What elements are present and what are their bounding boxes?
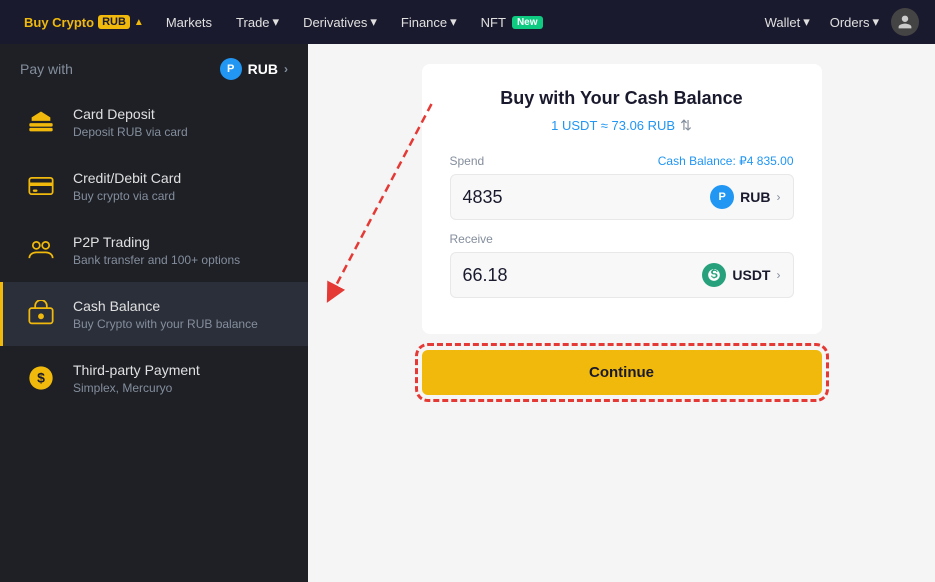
content-area: Buy with Your Cash Balance 1 USDT ≈ 73.0… bbox=[308, 44, 935, 582]
continue-button[interactable]: Continue bbox=[422, 350, 822, 395]
p2p-subtitle: Bank transfer and 100+ options bbox=[73, 253, 288, 267]
nft-badge: New bbox=[512, 16, 543, 29]
receive-field-group: Receive 66.18 USDT › bbox=[450, 232, 794, 298]
wallet-arrow-icon: ▾ bbox=[803, 14, 810, 30]
trade-arrow-icon: ▾ bbox=[273, 14, 280, 30]
card-deposit-text: Card Deposit Deposit RUB via card bbox=[73, 105, 288, 139]
wallet-nav-button[interactable]: Wallet ▾ bbox=[757, 10, 818, 34]
cash-balance-display: Cash Balance: ₽4 835.00 bbox=[658, 154, 794, 168]
cash-balance-icon bbox=[23, 296, 59, 332]
markets-nav[interactable]: Markets bbox=[156, 11, 222, 34]
card-deposit-title: Card Deposit bbox=[73, 105, 288, 123]
buy-crypto-label: Buy Crypto bbox=[24, 15, 94, 30]
credit-card-subtitle: Buy crypto via card bbox=[73, 189, 288, 203]
receive-value: 66.18 bbox=[463, 265, 508, 286]
spend-label: Spend bbox=[450, 154, 485, 168]
buy-crypto-arrow: ▲ bbox=[134, 17, 144, 28]
exchange-rate: 1 USDT ≈ 73.06 RUB ⇅ bbox=[450, 117, 794, 134]
orders-arrow-icon: ▾ bbox=[872, 14, 879, 30]
sidebar-item-credit-card[interactable]: Credit/Debit Card Buy crypto via card bbox=[0, 154, 308, 218]
cash-balance-text: Cash Balance Buy Crypto with your RUB ba… bbox=[73, 297, 288, 331]
currency-icon-header: P bbox=[220, 58, 242, 80]
finance-nav[interactable]: Finance ▾ bbox=[391, 10, 467, 34]
sidebar-item-card-deposit[interactable]: Card Deposit Deposit RUB via card bbox=[0, 90, 308, 154]
third-party-subtitle: Simplex, Mercuryo bbox=[73, 381, 288, 395]
receive-input-row[interactable]: 66.18 USDT › bbox=[450, 252, 794, 298]
receive-currency-icon bbox=[702, 263, 726, 287]
trade-nav[interactable]: Trade ▾ bbox=[226, 10, 289, 34]
credit-card-text: Credit/Debit Card Buy crypto via card bbox=[73, 169, 288, 203]
swap-icon: ⇅ bbox=[680, 117, 692, 134]
sidebar: Pay with P RUB › Card Deposit Deposit RU… bbox=[0, 44, 308, 582]
currency-chevron-icon: › bbox=[284, 62, 288, 76]
spend-value: 4835 bbox=[463, 187, 503, 208]
card-deposit-subtitle: Deposit RUB via card bbox=[73, 125, 288, 139]
third-party-title: Third-party Payment bbox=[73, 361, 288, 379]
spend-input-row[interactable]: 4835 P RUB › bbox=[450, 174, 794, 220]
spend-currency-name: RUB bbox=[740, 189, 770, 205]
spend-currency-selector[interactable]: P RUB › bbox=[710, 185, 780, 209]
sidebar-item-cash-balance[interactable]: Cash Balance Buy Crypto with your RUB ba… bbox=[0, 282, 308, 346]
third-party-text: Third-party Payment Simplex, Mercuryo bbox=[73, 361, 288, 395]
derivatives-arrow-icon: ▾ bbox=[370, 14, 377, 30]
credit-card-title: Credit/Debit Card bbox=[73, 169, 288, 187]
p2p-text: P2P Trading Bank transfer and 100+ optio… bbox=[73, 233, 288, 267]
finance-arrow-icon: ▾ bbox=[450, 14, 457, 30]
buy-crypto-button[interactable]: Buy Crypto RUB ▲ bbox=[16, 11, 152, 34]
pay-with-header: Pay with P RUB › bbox=[0, 44, 308, 90]
buy-form: Buy with Your Cash Balance 1 USDT ≈ 73.0… bbox=[422, 64, 822, 334]
spend-currency-arrow-icon: › bbox=[777, 190, 781, 204]
bank-icon bbox=[23, 104, 59, 140]
pay-with-label: Pay with bbox=[20, 61, 73, 77]
main-layout: Pay with P RUB › Card Deposit Deposit RU… bbox=[0, 44, 935, 582]
derivatives-nav[interactable]: Derivatives ▾ bbox=[293, 10, 387, 34]
rub-badge: RUB bbox=[98, 15, 130, 29]
spend-currency-icon: P bbox=[710, 185, 734, 209]
user-avatar[interactable] bbox=[891, 8, 919, 36]
nav-right: Wallet ▾ Orders ▾ bbox=[757, 8, 919, 36]
receive-label: Receive bbox=[450, 232, 493, 246]
sidebar-item-p2p[interactable]: P2P Trading Bank transfer and 100+ optio… bbox=[0, 218, 308, 282]
nft-nav[interactable]: NFT New bbox=[471, 11, 553, 34]
spend-field-group: Spend Cash Balance: ₽4 835.00 4835 P RUB… bbox=[450, 154, 794, 220]
third-party-icon: $ bbox=[23, 360, 59, 396]
svg-text:$: $ bbox=[37, 370, 45, 386]
receive-label-row: Receive bbox=[450, 232, 794, 246]
currency-selector-header[interactable]: P RUB › bbox=[220, 58, 288, 80]
p2p-icon bbox=[23, 232, 59, 268]
form-title: Buy with Your Cash Balance bbox=[450, 88, 794, 109]
spend-label-row: Spend Cash Balance: ₽4 835.00 bbox=[450, 154, 794, 168]
orders-nav-button[interactable]: Orders ▾ bbox=[822, 10, 887, 34]
p2p-title: P2P Trading bbox=[73, 233, 288, 251]
receive-currency-selector[interactable]: USDT › bbox=[702, 263, 780, 287]
currency-label-header: RUB bbox=[248, 61, 278, 77]
receive-currency-name: USDT bbox=[732, 267, 770, 283]
credit-card-icon bbox=[23, 168, 59, 204]
exchange-rate-value: 1 USDT ≈ 73.06 RUB bbox=[551, 118, 675, 133]
navbar: Buy Crypto RUB ▲ Markets Trade ▾ Derivat… bbox=[0, 0, 935, 44]
cash-balance-title: Cash Balance bbox=[73, 297, 288, 315]
sidebar-item-third-party[interactable]: $ Third-party Payment Simplex, Mercuryo bbox=[0, 346, 308, 410]
cash-balance-subtitle: Buy Crypto with your RUB balance bbox=[73, 317, 288, 331]
receive-currency-arrow-icon: › bbox=[777, 268, 781, 282]
